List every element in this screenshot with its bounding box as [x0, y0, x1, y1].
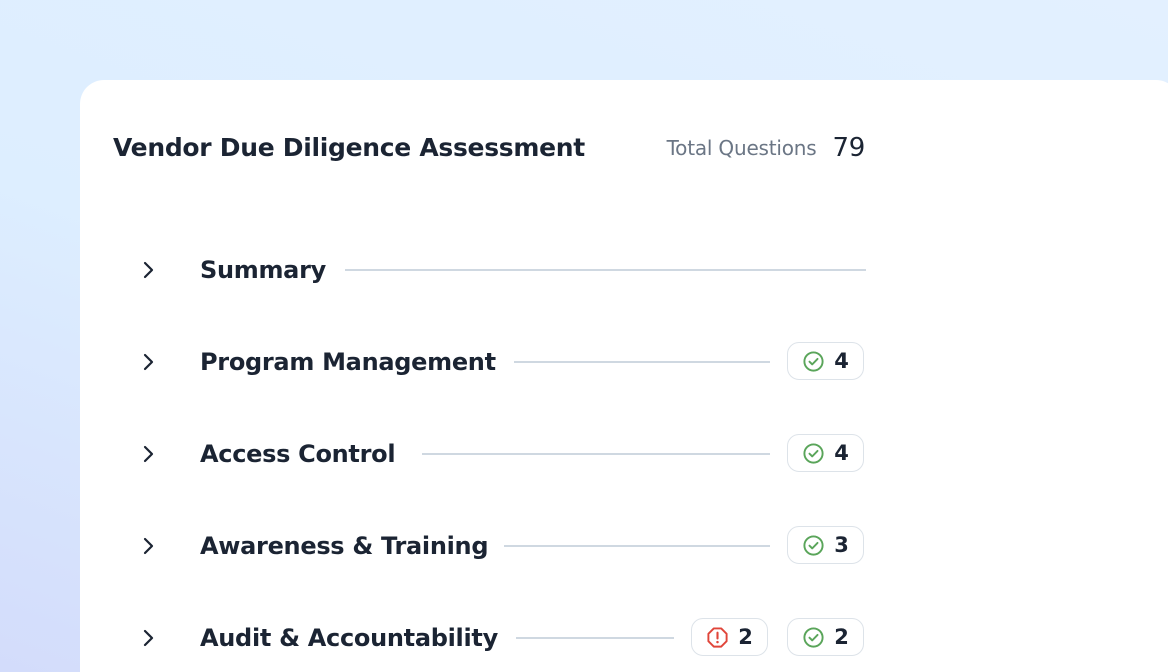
section-summary[interactable]: Summary: [80, 250, 866, 290]
assessment-header: Vendor Due Diligence Assessment Total Qu…: [113, 130, 865, 168]
chevron-right-icon[interactable]: [138, 536, 158, 556]
chevron-right-icon[interactable]: [138, 260, 158, 280]
section-divider: [422, 453, 770, 455]
alert-octagon-icon: [707, 626, 728, 648]
chevron-right-icon[interactable]: [138, 628, 158, 648]
total-questions-label: Total Questions: [666, 136, 817, 160]
chevron-right-icon[interactable]: [138, 444, 158, 464]
chevron-right-icon[interactable]: [138, 352, 158, 372]
completed-badge[interactable]: 2: [787, 618, 864, 656]
section-label: Program Management: [200, 348, 496, 376]
badge-count: 3: [834, 533, 849, 557]
section-access-control[interactable]: Access Control 4: [80, 434, 866, 474]
total-questions-count: 79: [832, 133, 866, 163]
section-divider: [345, 269, 866, 271]
section-program-management[interactable]: Program Management 4: [80, 342, 866, 382]
assessment-title: Vendor Due Diligence Assessment: [113, 133, 585, 162]
section-divider: [516, 637, 674, 639]
completed-badge[interactable]: 3: [787, 526, 864, 564]
section-label: Access Control: [200, 440, 396, 468]
section-divider: [514, 361, 770, 363]
completed-badge[interactable]: 4: [787, 434, 864, 472]
section-label: Awareness & Training: [200, 532, 489, 560]
assessment-card: Vendor Due Diligence Assessment Total Qu…: [80, 80, 1168, 672]
check-circle-icon: [803, 350, 824, 372]
completed-badge[interactable]: 4: [787, 342, 864, 380]
check-circle-icon: [803, 534, 824, 556]
badge-count: 2: [834, 625, 849, 649]
section-divider: [504, 545, 770, 547]
section-audit-accountability[interactable]: Audit & Accountability 2 2: [80, 618, 866, 658]
check-circle-icon: [803, 442, 824, 464]
badge-count: 2: [738, 625, 753, 649]
badge-count: 4: [834, 441, 849, 465]
check-circle-icon: [803, 626, 824, 648]
total-questions: Total Questions 79: [666, 130, 866, 166]
section-label: Summary: [200, 256, 326, 284]
section-label: Audit & Accountability: [200, 624, 498, 652]
badge-count: 4: [834, 349, 849, 373]
section-awareness-training[interactable]: Awareness & Training 3: [80, 526, 866, 566]
issues-badge[interactable]: 2: [691, 618, 768, 656]
